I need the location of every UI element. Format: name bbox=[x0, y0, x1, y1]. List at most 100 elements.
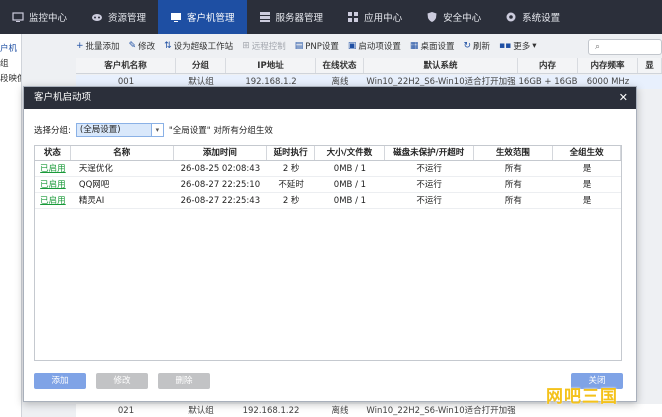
client-table-header: 客户机名称 分组 IP地址 在线状态 默认系统 内存 内存频率 显 bbox=[76, 58, 662, 74]
chevron-down-icon[interactable]: ▾ bbox=[150, 124, 163, 136]
close-icon[interactable]: ✕ bbox=[619, 87, 628, 109]
nav-monitor-center[interactable]: 监控中心 bbox=[0, 0, 79, 34]
pnp-label: PNP设置 bbox=[305, 42, 339, 52]
col-header[interactable]: 内存 bbox=[518, 58, 578, 73]
item-time: 26-08-27 22:25:43 bbox=[180, 196, 261, 206]
grid-icon bbox=[348, 12, 359, 22]
edit-button[interactable]: ✎ 修改 bbox=[129, 40, 156, 52]
cell: 离线 bbox=[331, 406, 349, 416]
col-time[interactable]: 添加时间 bbox=[174, 146, 268, 160]
nav-label: 资源管理 bbox=[108, 13, 147, 24]
col-header[interactable]: 显 bbox=[638, 58, 662, 73]
dialog-title: 客户机启动项 bbox=[34, 92, 92, 103]
item-all-groups: 是 bbox=[582, 180, 592, 190]
col-delay[interactable]: 延时执行 bbox=[267, 146, 316, 160]
col-all-groups[interactable]: 全组生效 bbox=[553, 146, 621, 160]
item-scope: 所有 bbox=[504, 196, 522, 206]
cell: 021 bbox=[117, 406, 135, 416]
more-button[interactable]: ▪▪ 更多 ▾ bbox=[499, 40, 537, 52]
desktop-settings-button[interactable]: ▦ 桌面设置 bbox=[410, 40, 455, 52]
startup-icon: ▣ bbox=[347, 41, 357, 51]
item-scope: 所有 bbox=[504, 180, 522, 190]
table-row[interactable]: 已启用 QQ网吧 26-08-27 22:25:10 不延时 0MB / 1 不… bbox=[35, 177, 621, 193]
shield-icon bbox=[427, 12, 437, 22]
search-input[interactable]: ⌕ bbox=[588, 39, 662, 55]
nav-resource-management[interactable]: 资源管理 bbox=[79, 0, 158, 34]
refresh-button[interactable]: ↻ 刷新 bbox=[463, 40, 490, 52]
table-header: 状态 名称 添加时间 延时执行 大小/文件数 磁盘未保护/开超时 生效范围 全组… bbox=[35, 146, 621, 161]
nav-app-center[interactable]: 应用中心 bbox=[335, 0, 414, 34]
desktop-settings-label: 桌面设置 bbox=[420, 42, 455, 52]
sidebar-item-groups[interactable]: 组 bbox=[0, 54, 21, 69]
remote-control-button[interactable]: ⊞ 远程控制 bbox=[242, 40, 286, 52]
edit-icon: ✎ bbox=[128, 41, 137, 51]
col-status[interactable]: 状态 bbox=[35, 146, 71, 160]
status-toggle-link[interactable]: 已启用 bbox=[40, 180, 66, 190]
add-button[interactable]: 添加 bbox=[34, 373, 86, 389]
group-select[interactable]: (全局设置) ▾ bbox=[75, 123, 164, 137]
dialog-title-bar: 客户机启动项 ✕ bbox=[24, 87, 636, 109]
nav-server-management[interactable]: 服务器管理 bbox=[247, 0, 336, 34]
nav-label: 安全中心 bbox=[443, 13, 482, 24]
super-icon: ⇅ bbox=[164, 41, 172, 51]
startup-label: 启动项设置 bbox=[358, 42, 401, 52]
col-header[interactable]: 分组 bbox=[176, 58, 226, 73]
col-header[interactable]: IP地址 bbox=[226, 58, 316, 73]
left-sidebar: 户机 组 段映像 bbox=[0, 34, 22, 417]
table-row[interactable]: 已启用 天逞优化 26-08-25 02:08:43 2 秒 0MB / 1 不… bbox=[35, 161, 621, 177]
pnp-settings-button[interactable]: ▤ PNP设置 bbox=[295, 40, 339, 52]
col-header[interactable]: 在线状态 bbox=[316, 58, 364, 73]
item-disk: 不运行 bbox=[416, 180, 442, 190]
startup-settings-button[interactable]: ▣ 启动项设置 bbox=[348, 40, 401, 52]
watermark-logo: 网吧三国 bbox=[546, 387, 618, 407]
item-time: 26-08-25 02:08:43 bbox=[180, 164, 261, 174]
nav-label: 系统设置 bbox=[522, 13, 561, 24]
desktop-icon bbox=[171, 13, 182, 22]
top-navigation: 监控中心 资源管理 客户机管理 服务器管理 应用中心 安全中心 系统设置 bbox=[0, 0, 662, 34]
col-disk[interactable]: 磁盘未保护/开超时 bbox=[385, 146, 474, 160]
item-disk: 不运行 bbox=[416, 196, 442, 206]
col-header[interactable]: 内存频率 bbox=[578, 58, 638, 73]
nav-label: 监控中心 bbox=[29, 13, 68, 24]
dialog-actions: 添加 修改 删除 bbox=[34, 373, 210, 389]
group-hint: "全局设置" 对所有分组生效 bbox=[168, 126, 273, 136]
client-toolbar: + 批量添加 ✎ 修改 ⇅ 设为超级工作站 ⊞ 远程控制 ▤ PNP设置 ▣ 启动项设置 ▦… bbox=[76, 37, 662, 55]
batch-add-button[interactable]: + 批量添加 bbox=[76, 40, 120, 52]
plus-icon: + bbox=[76, 41, 84, 51]
col-header[interactable]: 默认系统 bbox=[364, 58, 518, 73]
item-delay: 2 秒 bbox=[282, 164, 300, 174]
startup-items-dialog: 客户机启动项 ✕ 选择分组: (全局设置) ▾ "全局设置" 对所有分组生效 状… bbox=[23, 86, 637, 402]
col-size[interactable]: 大小/文件数 bbox=[315, 146, 385, 160]
table-row[interactable]: 已启用 精灵AI 26-08-27 22:25:43 2 秒 0MB / 1 不… bbox=[35, 193, 621, 209]
col-header[interactable]: 客户机名称 bbox=[76, 58, 176, 73]
item-name: QQ网吧 bbox=[78, 180, 110, 190]
delete-button[interactable]: 删除 bbox=[158, 373, 210, 389]
col-name[interactable]: 名称 bbox=[71, 146, 174, 160]
refresh-label: 刷新 bbox=[473, 42, 491, 52]
chevron-down-icon: ▾ bbox=[532, 41, 537, 51]
item-name: 天逞优化 bbox=[78, 164, 113, 174]
item-name: 精灵AI bbox=[78, 196, 105, 206]
set-super-workstation-button[interactable]: ⇅ 设为超级工作站 bbox=[164, 40, 233, 52]
sidebar-item-clients[interactable]: 户机 bbox=[0, 34, 21, 54]
nav-client-management[interactable]: 客户机管理 bbox=[158, 0, 247, 34]
sidebar-item-segment-image[interactable]: 段映像 bbox=[0, 69, 21, 84]
col-scope[interactable]: 生效范围 bbox=[474, 146, 554, 160]
item-size: 0MB / 1 bbox=[333, 180, 367, 190]
item-delay: 2 秒 bbox=[282, 196, 300, 206]
refresh-icon: ↻ bbox=[463, 41, 471, 51]
desktop-settings-icon: ▦ bbox=[409, 41, 419, 51]
remote-icon: ⊞ bbox=[242, 41, 250, 51]
group-label: 选择分组: bbox=[34, 126, 71, 136]
edit-item-button[interactable]: 修改 bbox=[96, 373, 148, 389]
status-toggle-link[interactable]: 已启用 bbox=[40, 164, 66, 174]
remote-label: 远程控制 bbox=[251, 42, 286, 52]
nav-system-settings[interactable]: 系统设置 bbox=[493, 0, 572, 34]
status-toggle-link[interactable]: 已启用 bbox=[40, 196, 66, 206]
edit-label: 修改 bbox=[138, 42, 156, 52]
item-time: 26-08-27 22:25:10 bbox=[180, 180, 261, 190]
search-icon: ⌕ bbox=[595, 42, 601, 52]
super-label: 设为超级工作站 bbox=[173, 42, 234, 52]
nav-security-center[interactable]: 安全中心 bbox=[414, 0, 493, 34]
gear-icon bbox=[506, 12, 516, 22]
